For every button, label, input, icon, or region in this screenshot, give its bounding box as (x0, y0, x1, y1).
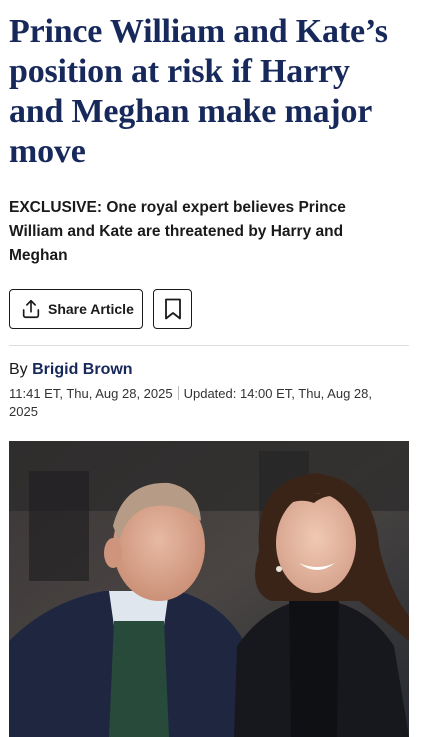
share-article-label: Share Article (48, 301, 134, 317)
hero-photo-illustration (9, 441, 409, 737)
bookmark-icon (164, 298, 182, 320)
published-date: 11:41 ET, Thu, Aug 28, 2025 (9, 386, 173, 401)
article-standfirst: EXCLUSIVE: One royal expert believes Pri… (9, 199, 346, 264)
bookmark-button[interactable] (153, 289, 192, 329)
hero-image (9, 441, 409, 737)
author-link[interactable]: Brigid Brown (32, 361, 132, 378)
byline-divider (9, 345, 409, 346)
article-headline: Prince William and Kate’s position at ri… (9, 13, 388, 170)
share-article-button[interactable]: Share Article (9, 289, 143, 329)
byline-prefix: By (9, 361, 28, 378)
byline: By Brigid Brown (9, 360, 133, 380)
share-icon (20, 298, 42, 320)
article-dates: 11:41 ET, Thu, Aug 28, 2025 Updated: 14:0… (9, 385, 404, 421)
date-separator (177, 386, 179, 400)
